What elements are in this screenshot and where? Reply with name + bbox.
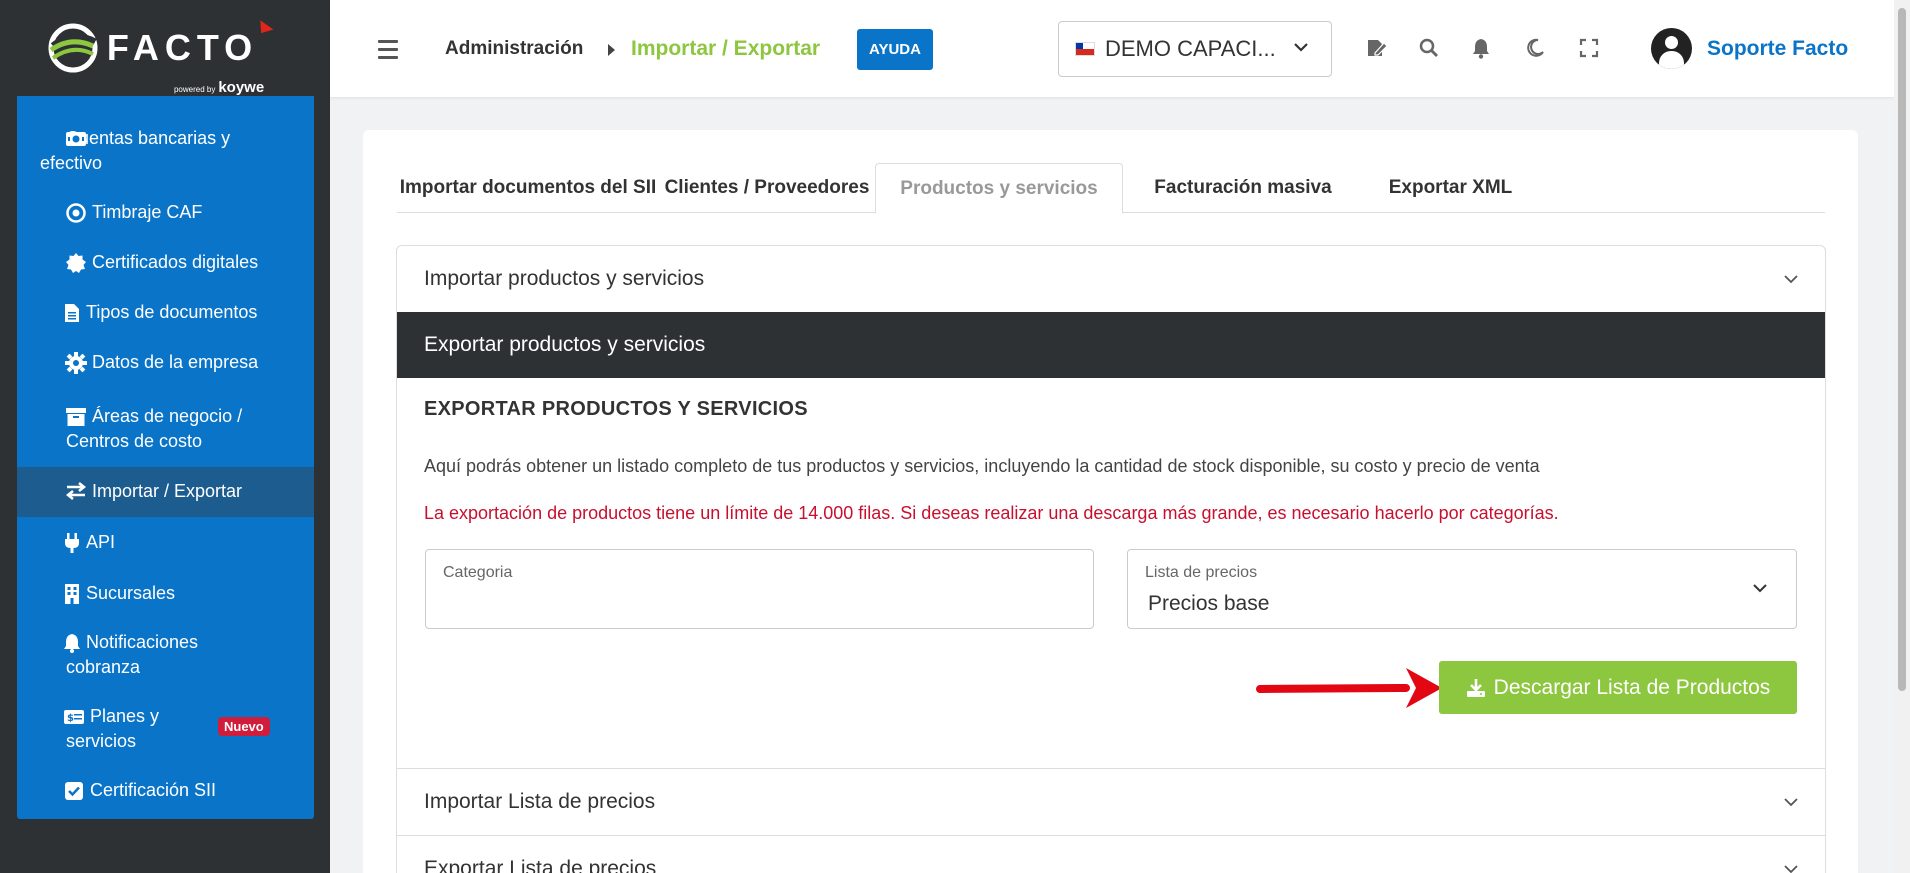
document-icon bbox=[61, 302, 83, 324]
sidebar-item-importar-exportar[interactable]: Importar / Exportar bbox=[17, 467, 314, 517]
new-badge: Nuevo bbox=[218, 717, 270, 736]
target-icon bbox=[65, 202, 87, 224]
page-scrollbar[interactable] bbox=[1894, 0, 1910, 873]
bell-icon[interactable] bbox=[1470, 37, 1492, 59]
sidebar-item-notificaciones[interactable]: Notificaciones cobranza bbox=[17, 630, 314, 680]
sidebar: FACTO powered by koywe Cuentas bancarias … bbox=[0, 0, 330, 873]
accordion-export-products[interactable]: Exportar productos y servicios bbox=[397, 312, 1825, 378]
user-avatar[interactable] bbox=[1651, 28, 1692, 69]
chile-flag-icon bbox=[1075, 42, 1095, 56]
sidebar-item-label: Importar / Exportar bbox=[92, 481, 243, 501]
help-button[interactable]: AYUDA bbox=[857, 29, 933, 70]
tab-bar: Importar documentos del SII Clientes / P… bbox=[397, 163, 1825, 214]
company-selector[interactable]: DEMO CAPACI... bbox=[1058, 21, 1332, 77]
export-section-description: Aquí podrás obtener un listado completo … bbox=[424, 456, 1540, 476]
sidebar-menu: Cuentas bancarias y efectivo Timbraje CA… bbox=[17, 96, 314, 819]
sidebar-item-label: Certificados digitales bbox=[92, 252, 259, 272]
red-arrow-annotation bbox=[1256, 668, 1442, 708]
user-name[interactable]: Soporte Facto bbox=[1707, 37, 1848, 61]
exchange-icon bbox=[65, 480, 87, 502]
dark-mode-icon[interactable] bbox=[1524, 37, 1546, 59]
download-button-label: Descargar Lista de Productos bbox=[1493, 675, 1771, 699]
accordion-import-prices[interactable]: Importar Lista de precios bbox=[397, 769, 1825, 835]
brand-name: FACTO powered by koywe bbox=[106, 20, 274, 96]
money-icon bbox=[65, 128, 87, 150]
tab-facturacion-masiva[interactable]: Facturación masiva bbox=[1123, 163, 1363, 213]
sidebar-item-cuentas-bancarias[interactable]: Cuentas bancarias y efectivo bbox=[17, 126, 314, 176]
facto-logo-icon bbox=[48, 23, 98, 73]
price-list-value: Precios base bbox=[1148, 592, 1270, 615]
breadcrumb-parent[interactable]: Administración bbox=[445, 38, 583, 60]
tab-clientes-proveedores[interactable]: Clientes / Proveedores bbox=[659, 163, 875, 213]
plug-icon bbox=[61, 532, 83, 554]
sidebar-item-areas-negocio[interactable]: Áreas de negocio / Centros de costo bbox=[17, 404, 314, 454]
accordion-title: Exportar productos y servicios bbox=[424, 333, 706, 356]
company-name: DEMO CAPACI... bbox=[1105, 36, 1276, 61]
tab-productos-servicios[interactable]: Productos y servicios bbox=[875, 163, 1123, 214]
breadcrumb-current: Importar / Exportar bbox=[631, 37, 821, 60]
sidebar-item-certificados[interactable]: Certificados digitales bbox=[17, 250, 314, 275]
svg-text:$: $ bbox=[67, 713, 74, 724]
download-products-button[interactable]: Descargar Lista de Productos bbox=[1439, 661, 1797, 714]
sidebar-item-sucursales[interactable]: Sucursales bbox=[17, 581, 314, 606]
sidebar-item-planes[interactable]: $ Planes y servicios contratados Nuevo bbox=[17, 704, 314, 754]
sidebar-item-label: Datos de la empresa bbox=[92, 352, 259, 372]
export-limit-warning: La exportación de productos tiene un lím… bbox=[424, 503, 1559, 523]
price-list-label: Lista de precios bbox=[1145, 564, 1258, 581]
sidebar-item-api[interactable]: API bbox=[17, 530, 314, 555]
sidebar-item-label: Certificación SII bbox=[90, 780, 217, 800]
sidebar-item-label: Notificaciones cobranza bbox=[66, 632, 199, 677]
fullscreen-icon[interactable] bbox=[1578, 37, 1600, 59]
certificate-icon bbox=[65, 252, 87, 274]
checkbox-icon bbox=[63, 780, 85, 802]
sidebar-item-certificacion-sii[interactable]: Certificación SII bbox=[17, 778, 314, 803]
export-section-title: EXPORTAR PRODUCTOS Y SERVICIOS bbox=[424, 398, 808, 420]
sidebar-item-label: Timbraje CAF bbox=[92, 202, 203, 222]
sidebar-item-label: Tipos de documentos bbox=[86, 302, 258, 322]
accordion-title: Exportar Lista de precios bbox=[424, 857, 657, 873]
top-header: Administración Importar / Exportar AYUDA… bbox=[330, 0, 1894, 97]
chevron-down-icon bbox=[1784, 275, 1798, 284]
archive-icon bbox=[65, 406, 87, 428]
accordion-export-prices[interactable]: Exportar Lista de precios bbox=[397, 836, 1825, 873]
chevron-down-icon bbox=[1294, 43, 1308, 52]
download-icon bbox=[1466, 678, 1485, 697]
sidebar-item-label: Planes y servicios contratados bbox=[66, 706, 160, 751]
tab-exportar-xml[interactable]: Exportar XML bbox=[1363, 163, 1538, 213]
powered-brand: koywe bbox=[218, 79, 265, 96]
gear-icon bbox=[65, 352, 87, 374]
sidebar-item-timbraje-caf[interactable]: Timbraje CAF bbox=[17, 200, 314, 225]
category-input[interactable]: Categoria bbox=[425, 549, 1094, 629]
chevron-down-icon bbox=[1753, 584, 1767, 593]
sidebar-item-tipos-documentos[interactable]: Tipos de documentos bbox=[17, 300, 314, 325]
breadcrumb-caret-icon bbox=[608, 44, 615, 56]
facto-logo: FACTO powered by koywe bbox=[47, 20, 274, 96]
price-list-select[interactable]: Lista de precios Precios base bbox=[1127, 549, 1797, 629]
tab-importar-documentos-sii[interactable]: Importar documentos del SII bbox=[397, 163, 659, 213]
search-icon[interactable] bbox=[1418, 37, 1440, 59]
accordion-title: Importar productos y servicios bbox=[424, 267, 705, 290]
building-icon bbox=[61, 583, 83, 605]
chevron-down-icon bbox=[1784, 865, 1798, 873]
brand-name-text: FACTO bbox=[106, 27, 259, 68]
logo-area[interactable]: FACTO powered by koywe bbox=[0, 0, 330, 96]
accordion-import-products[interactable]: Importar productos y servicios bbox=[397, 246, 1825, 312]
sidebar-item-label: Sucursales bbox=[86, 583, 176, 603]
sidebar-item-datos-empresa[interactable]: Datos de la empresa bbox=[17, 350, 314, 375]
scrollbar-thumb[interactable] bbox=[1898, 8, 1906, 691]
bell-icon bbox=[61, 632, 83, 654]
sidebar-item-label: Áreas de negocio / Centros de costo bbox=[66, 406, 243, 451]
accordion-title: Importar Lista de precios bbox=[424, 790, 656, 813]
category-label: Categoria bbox=[443, 564, 513, 581]
hamburger-menu-icon[interactable] bbox=[378, 40, 398, 64]
edit-document-icon[interactable] bbox=[1366, 37, 1388, 59]
chevron-down-icon bbox=[1784, 798, 1798, 807]
powered-prefix: powered by bbox=[173, 85, 216, 94]
sidebar-item-label: API bbox=[86, 532, 116, 552]
invoice-icon: $ bbox=[63, 706, 85, 728]
